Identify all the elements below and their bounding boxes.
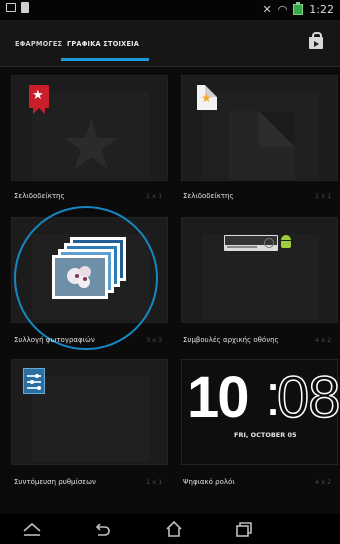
widget-tile-bookmark-2[interactable]: ★	[181, 75, 338, 181]
no-signal-icon: ✕	[262, 2, 272, 16]
recent-apps-icon[interactable]	[233, 519, 255, 539]
home-tips-icon	[224, 235, 278, 251]
widget-size: 4 x 2	[315, 478, 332, 486]
widget-size: 1 x 1	[146, 478, 163, 486]
bookmark-red-icon: ★	[29, 85, 49, 114]
widget-tile-settings-shortcut[interactable]	[11, 359, 168, 465]
status-bar: ✕ ◠ 1:22	[0, 0, 340, 20]
clock-hours: 10	[187, 365, 249, 430]
widget-name: Συμβουλές αρχικής οθόνης	[183, 336, 279, 344]
battery-icon	[293, 2, 304, 15]
bookmark-document-icon: ★	[197, 85, 217, 110]
widget-size: 3 x 3	[146, 336, 163, 344]
collapse-icon[interactable]	[21, 519, 43, 539]
widget-name: Σελιδοδείκτης	[14, 192, 65, 200]
screenshot-icon	[6, 3, 16, 12]
digital-clock-icon: 10 : 08	[187, 363, 340, 430]
navigation-bar	[0, 514, 340, 544]
widget-tile-home-tips[interactable]	[181, 217, 338, 323]
wifi-icon: ◠	[277, 2, 288, 16]
document-icon	[21, 2, 29, 13]
clock-date: FRI, OCTOBER 05	[234, 431, 297, 439]
widget-size: 1 x 1	[315, 192, 332, 200]
settings-sliders-icon	[23, 368, 45, 394]
widget-size: 4 x 2	[315, 336, 332, 344]
widget-name: Συλλογή φωτογραφιών	[14, 336, 95, 344]
widget-name: Σελιδοδείκτης	[183, 192, 234, 200]
highlight-ring	[14, 206, 158, 350]
widget-tile-bookmark-1[interactable]: ★ ★	[11, 75, 168, 181]
tab-bar: ΕΦΑΡΜΟΓΕΣ ΓΡΑΦΙΚΑ ΣΤΟΙΧΕΙΑ	[0, 20, 340, 67]
tab-selected-indicator	[61, 58, 149, 61]
tab-apps[interactable]: ΕΦΑΡΜΟΓΕΣ	[15, 40, 62, 48]
widget-name: Συντόμευση ρυθμίσεων	[14, 478, 96, 486]
status-time: 1:22	[309, 3, 334, 16]
android-icon	[281, 235, 291, 249]
home-icon[interactable]	[163, 519, 185, 539]
clock-minutes: 08	[276, 365, 340, 430]
back-icon[interactable]	[92, 519, 114, 539]
tab-widgets[interactable]: ΓΡΑΦΙΚΑ ΣΤΟΙΧΕΙΑ	[67, 40, 139, 48]
play-store-icon[interactable]	[308, 32, 324, 50]
widget-size: 1 x 1	[146, 192, 163, 200]
widget-name: Ψηφιακό ρολόι	[183, 478, 235, 486]
